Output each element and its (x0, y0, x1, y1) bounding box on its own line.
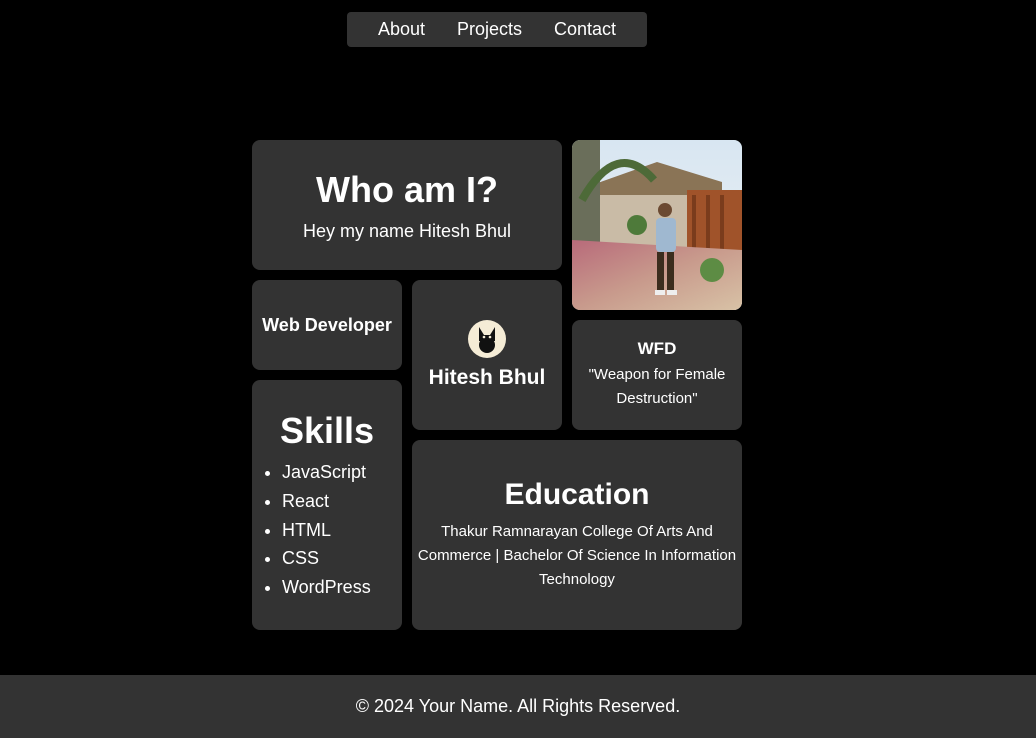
education-text: Thakur Ramnarayan College Of Arts And Co… (417, 523, 737, 588)
footer: © 2024 Your Name. All Rights Reserved. (0, 675, 1036, 738)
web-developer-label: Web Developer (262, 314, 392, 335)
profile-card: Hitesh Bhul (412, 280, 562, 430)
profile-photo (572, 140, 742, 310)
cat-avatar-icon (468, 320, 506, 358)
skill-item: HTML (282, 516, 402, 545)
education-title: Education (504, 478, 650, 511)
nav-link-contact[interactable]: Contact (554, 19, 616, 40)
skills-card: Skills JavaScript React HTML CSS WordPre… (252, 380, 402, 630)
web-developer-card: Web Developer (252, 280, 402, 370)
skill-item: React (282, 487, 402, 516)
education-card: Education Thakur Ramnarayan College Of A… (412, 440, 742, 630)
wfd-quote: "Weapon for Female Destruction" (588, 366, 726, 407)
who-am-i-text: Hey my name Hitesh Bhul (302, 220, 512, 241)
footer-copyright: © 2024 Your Name. All Rights Reserved. (355, 696, 681, 716)
skill-item: JavaScript (282, 458, 402, 487)
nav-link-projects[interactable]: Projects (457, 19, 522, 40)
wfd-title: WFD (637, 339, 677, 358)
top-navbar: About Projects Contact (347, 12, 647, 47)
profile-name: Hitesh Bhul (428, 366, 546, 389)
skills-list: JavaScript React HTML CSS WordPress (252, 458, 402, 602)
skills-title: Skills (279, 410, 375, 451)
nav-link-about[interactable]: About (378, 19, 425, 40)
who-am-i-card: Who am I? Hey my name Hitesh Bhul (252, 140, 562, 270)
profile-photo-image (572, 140, 742, 310)
skill-item: WordPress (282, 573, 402, 602)
skill-item: CSS (282, 544, 402, 573)
who-am-i-title: Who am I? (316, 168, 498, 210)
wfd-card: WFD "Weapon for Female Destruction" (572, 320, 742, 430)
